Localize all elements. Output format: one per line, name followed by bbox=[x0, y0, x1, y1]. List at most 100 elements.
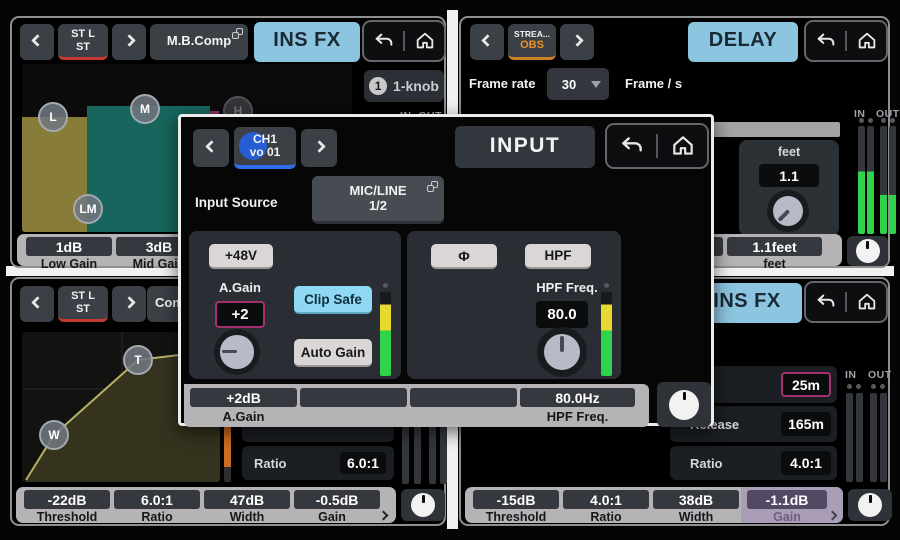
delay-value[interactable]: 1.1 bbox=[759, 164, 819, 187]
channel-select-button[interactable]: CH1 vo 01 bbox=[234, 127, 296, 169]
page-title: DELAY bbox=[688, 22, 798, 62]
dropdown-caret-icon bbox=[591, 81, 601, 88]
in-meter-r bbox=[867, 126, 874, 234]
touch-knob-button[interactable] bbox=[657, 382, 711, 427]
in-meter-l bbox=[846, 393, 853, 482]
peak-dot bbox=[871, 384, 876, 389]
home-button[interactable] bbox=[847, 283, 886, 321]
param-label-feet: feet bbox=[727, 257, 822, 271]
fx-preset-name: M.B.Comp bbox=[167, 33, 231, 48]
param-cell-2[interactable] bbox=[300, 388, 407, 407]
input-source-button[interactable]: MIC/LINE 1/2 bbox=[312, 176, 444, 224]
param-cell-width[interactable]: 38dB bbox=[653, 490, 739, 509]
auto-gain-button[interactable]: Auto Gain bbox=[294, 339, 372, 367]
mixer-screen: ST L ST M.B.Comp INS FX 1 1-knob GR IN O… bbox=[0, 0, 900, 540]
chevron-right-icon bbox=[123, 34, 136, 47]
analog-gain-knob[interactable] bbox=[214, 329, 260, 375]
touch-knob-button[interactable] bbox=[848, 489, 892, 521]
home-button[interactable] bbox=[847, 22, 886, 60]
undo-button[interactable] bbox=[364, 22, 403, 60]
channel-select-button[interactable]: STREA... OBS bbox=[508, 24, 556, 60]
param-cell-width[interactable]: 47dB bbox=[204, 490, 290, 509]
attack-value[interactable]: 25m bbox=[781, 372, 831, 397]
hpf-freq-knob[interactable] bbox=[537, 327, 587, 377]
chevron-right-icon bbox=[571, 34, 584, 47]
prev-channel-button[interactable] bbox=[20, 286, 54, 322]
nav-group bbox=[804, 281, 888, 323]
ratio-value[interactable]: 6.0:1 bbox=[340, 452, 386, 474]
channel-name-line1: STREA... bbox=[514, 30, 550, 39]
one-knob-badge: 1 bbox=[369, 77, 387, 95]
chevron-left-icon bbox=[31, 34, 44, 47]
hpf-button[interactable]: HPF bbox=[525, 244, 591, 269]
page-title: INS FX bbox=[254, 22, 360, 62]
channel-select-button[interactable]: ST L ST bbox=[58, 286, 108, 322]
prev-channel-button[interactable] bbox=[470, 24, 504, 60]
touch-knob-button[interactable] bbox=[401, 489, 445, 521]
param-cell-ratio[interactable]: 6.0:1 bbox=[114, 490, 200, 509]
param-cell-gain[interactable]: -0.5dB bbox=[294, 490, 380, 509]
copy-icon bbox=[427, 181, 438, 192]
out-meter-l bbox=[870, 393, 877, 482]
channel-name-line2: ST bbox=[76, 303, 90, 315]
undo-button[interactable] bbox=[607, 125, 656, 167]
input-source-line2: 1/2 bbox=[369, 199, 387, 214]
next-channel-button[interactable] bbox=[560, 24, 594, 60]
touch-knob-button[interactable] bbox=[847, 236, 888, 266]
param-cell-hpf[interactable]: 80.0Hz bbox=[520, 388, 635, 407]
param-cell-ratio[interactable]: 4.0:1 bbox=[563, 490, 649, 509]
fx-preset-button[interactable]: M.B.Comp bbox=[150, 24, 248, 60]
clip-safe-button[interactable]: Clip Safe bbox=[294, 286, 372, 314]
analog-gain-value[interactable]: +2 bbox=[215, 301, 265, 328]
undo-button[interactable] bbox=[806, 283, 845, 321]
knob-icon bbox=[411, 493, 435, 517]
out-meter-label: OUT bbox=[868, 369, 892, 381]
out-meter-r bbox=[889, 126, 896, 234]
param-bar: -22dB 6.0:1 47dB -0.5dB Threshold Ratio … bbox=[16, 487, 396, 523]
param-cell-3[interactable] bbox=[410, 388, 517, 407]
knob-face bbox=[544, 334, 580, 370]
param-label-threshold: Threshold bbox=[24, 510, 110, 524]
peak-dot bbox=[880, 384, 885, 389]
param-cell-gain[interactable]: -1.1dB bbox=[747, 490, 827, 509]
next-channel-button[interactable] bbox=[112, 24, 146, 60]
ratio-value[interactable]: 4.0:1 bbox=[781, 451, 831, 475]
one-knob-button[interactable]: 1 1-knob bbox=[364, 70, 444, 102]
gain-cell-selected[interactable]: -1.1dB Gain bbox=[741, 487, 843, 523]
mid-band-handle[interactable]: M bbox=[130, 94, 160, 124]
param-cell-feet[interactable]: 1.1feet bbox=[727, 237, 822, 256]
phantom-power-button[interactable]: +48V bbox=[209, 244, 273, 269]
prev-channel-button[interactable] bbox=[20, 24, 54, 60]
delay-knob[interactable] bbox=[767, 190, 809, 232]
knob-pointer bbox=[222, 350, 237, 354]
hpf-freq-value[interactable]: 80.0 bbox=[536, 301, 588, 328]
param-cell-threshold[interactable]: -22dB bbox=[24, 490, 110, 509]
width-handle[interactable]: W bbox=[39, 420, 69, 450]
more-params-icon[interactable] bbox=[379, 511, 389, 521]
nav-group bbox=[804, 20, 888, 62]
param-cell-threshold[interactable]: -15dB bbox=[473, 490, 559, 509]
channel-select-button[interactable]: ST L ST bbox=[58, 24, 108, 60]
param-cell-lowgain[interactable]: 1dB bbox=[26, 237, 112, 256]
chevron-right-icon bbox=[123, 296, 136, 309]
param-cell-again[interactable]: +2dB bbox=[190, 388, 297, 407]
home-button[interactable] bbox=[405, 22, 444, 60]
knob-pointer bbox=[560, 336, 564, 352]
phase-button[interactable]: Φ bbox=[431, 244, 497, 269]
next-channel-button[interactable] bbox=[112, 286, 146, 322]
frame-rate-dropdown[interactable]: 30 bbox=[547, 68, 609, 100]
undo-button[interactable] bbox=[806, 22, 845, 60]
ratio-label: Ratio bbox=[670, 456, 723, 471]
release-value[interactable]: 165m bbox=[781, 412, 831, 436]
undo-icon bbox=[815, 30, 837, 52]
threshold-handle[interactable]: T bbox=[123, 345, 153, 375]
lowmid-crossover-handle[interactable]: LM bbox=[73, 194, 103, 224]
param-label-ratio: Ratio bbox=[114, 510, 200, 524]
input-source-label: Input Source bbox=[195, 195, 278, 210]
prev-channel-button[interactable] bbox=[193, 129, 229, 167]
more-params-icon[interactable] bbox=[828, 511, 838, 521]
next-channel-button[interactable] bbox=[301, 129, 337, 167]
low-band-handle[interactable]: L bbox=[38, 102, 68, 132]
peak-dot bbox=[890, 118, 895, 123]
home-button[interactable] bbox=[658, 125, 707, 167]
